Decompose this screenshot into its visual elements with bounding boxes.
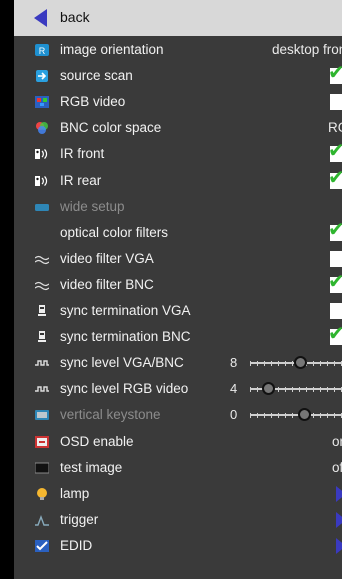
menu-item-rgb-video[interactable]: RGB video [14,89,342,115]
menu-item-vertical-keystone: vertical keystone 0 [14,402,342,428]
menu-item-osd-enable[interactable]: OSD enable on [14,429,342,455]
trigger-icon [35,513,49,527]
sync-level-icon [35,382,49,396]
checkbox[interactable] [330,303,342,319]
slider-knob[interactable] [293,356,307,370]
wide-setup-icon [35,200,49,214]
menu-item-video-filter-vga[interactable]: video filter VGA [14,246,342,272]
menu-item-label: RGB video [60,94,126,110]
slider-value: 0 [230,407,238,423]
option-value[interactable]: on [332,434,342,449]
checkmark-icon: ✔ [328,270,342,293]
menu-item-ir-rear[interactable]: IR rear ✔ [14,168,342,194]
menu-item-sync-level-rgb-video[interactable]: sync level RGB video 4 [14,376,342,402]
test-image-icon [34,461,50,475]
checkbox[interactable]: ✔ [328,63,342,85]
edid-icon [35,539,49,553]
menu-item-label: sync level VGA/BNC [60,355,184,371]
lamp-icon [35,487,49,501]
wave-filter-icon [34,252,50,266]
checkbox[interactable]: ✔ [328,168,342,189]
wave-filter-icon [34,278,50,292]
menu-item-optical-color-filters[interactable]: optical color filters ✔ [14,220,342,246]
menu-item-sync-level-vga-bnc[interactable]: sync level VGA/BNC 8 [14,350,342,376]
back-button[interactable]: back [14,0,342,36]
slider-ticks [250,413,342,419]
menu-item-label: source scan [60,68,133,84]
checkmark-icon: ✔ [328,166,342,189]
settings-menu: back Rimage orientation desktop front sour… [14,0,342,579]
ir-sensor-icon [35,147,49,161]
osd-icon [35,435,49,449]
checkmark-icon: ✔ [328,62,342,85]
slider-value: 8 [230,355,238,371]
ir-sensor-icon [35,174,49,188]
submenu-arrow-icon[interactable] [336,537,342,554]
svg-text:R: R [39,46,46,56]
checkmark-icon: ✔ [328,140,342,163]
submenu-arrow-icon[interactable] [336,511,342,528]
menu-item-label: sync termination VGA [60,303,191,318]
menu-item-bnc-color-space[interactable]: BNC color space RGB [14,115,342,141]
menu-item-label: optical color filters [60,224,169,240]
menu-item-label: video filter BNC [60,276,154,292]
menu-item-edid[interactable]: EDID [14,533,342,559]
checkbox[interactable]: ✔ [328,220,342,241]
menu-item-label: BNC color space [60,120,162,136]
menu-item-label: vertical keystone [60,407,161,423]
menu-item-label: video filter VGA [60,250,154,266]
checkmark-icon: ✔ [328,323,342,346]
menu-item-label: OSD enable [60,433,134,449]
slider-value: 4 [230,381,238,397]
menu-item-ir-front[interactable]: IR front ✔ [14,141,342,167]
menu-item-source-scan[interactable]: source scan ✔ [14,63,342,89]
menu-item-label: trigger [60,511,99,527]
menu-item-label: sync termination BNC [60,329,191,345]
menu-item-sync-termination-bnc[interactable]: sync termination BNC ✔ [14,324,342,350]
checkbox[interactable]: ✔ [328,141,342,163]
checkmark-icon: ✔ [328,218,342,241]
menu-item-image-orientation[interactable]: Rimage orientation desktop front [14,37,342,63]
menu-item-label: test image [60,459,123,475]
menu-item-wide-setup: wide setup [14,194,342,220]
menu-item-label: sync level RGB video [60,381,189,397]
termination-icon [35,330,49,344]
slider-knob[interactable] [298,408,311,422]
menu-item-label: IR front [60,146,105,162]
checkbox[interactable]: ✔ [328,272,342,293]
menu-item-label: lamp [60,485,90,501]
option-value[interactable]: off [332,460,342,475]
checkbox[interactable] [330,94,342,111]
menu-item-label: IR rear [60,172,102,188]
menu-item-video-filter-bnc[interactable]: video filter BNC ✔ [14,272,342,298]
menu-item-label: EDID [60,537,93,553]
checkbox[interactable] [330,250,342,267]
rgb-video-icon [35,95,49,109]
sync-level-icon [35,356,49,370]
slider-knob[interactable] [262,382,275,396]
keystone-icon [35,408,49,422]
menu-item-lamp[interactable]: lamp [14,481,342,507]
menu-item-sync-termination-vga[interactable]: sync termination VGA [14,298,342,324]
menu-item-label: image orientation [60,42,164,57]
option-value[interactable]: desktop front [272,42,342,57]
source-scan-icon [35,69,49,83]
color-space-icon [35,121,49,135]
menu-item-label: wide setup [60,198,125,214]
menu-item-test-image[interactable]: test image off [14,455,342,481]
submenu-arrow-icon[interactable] [336,485,342,502]
back-arrow-icon [34,9,47,27]
orientation-icon: R [35,43,49,57]
option-value[interactable]: RGB [328,120,342,135]
back-label: back [60,9,90,25]
checkbox[interactable]: ✔ [328,324,342,346]
termination-icon [35,304,49,318]
menu-item-trigger[interactable]: trigger [14,507,342,533]
